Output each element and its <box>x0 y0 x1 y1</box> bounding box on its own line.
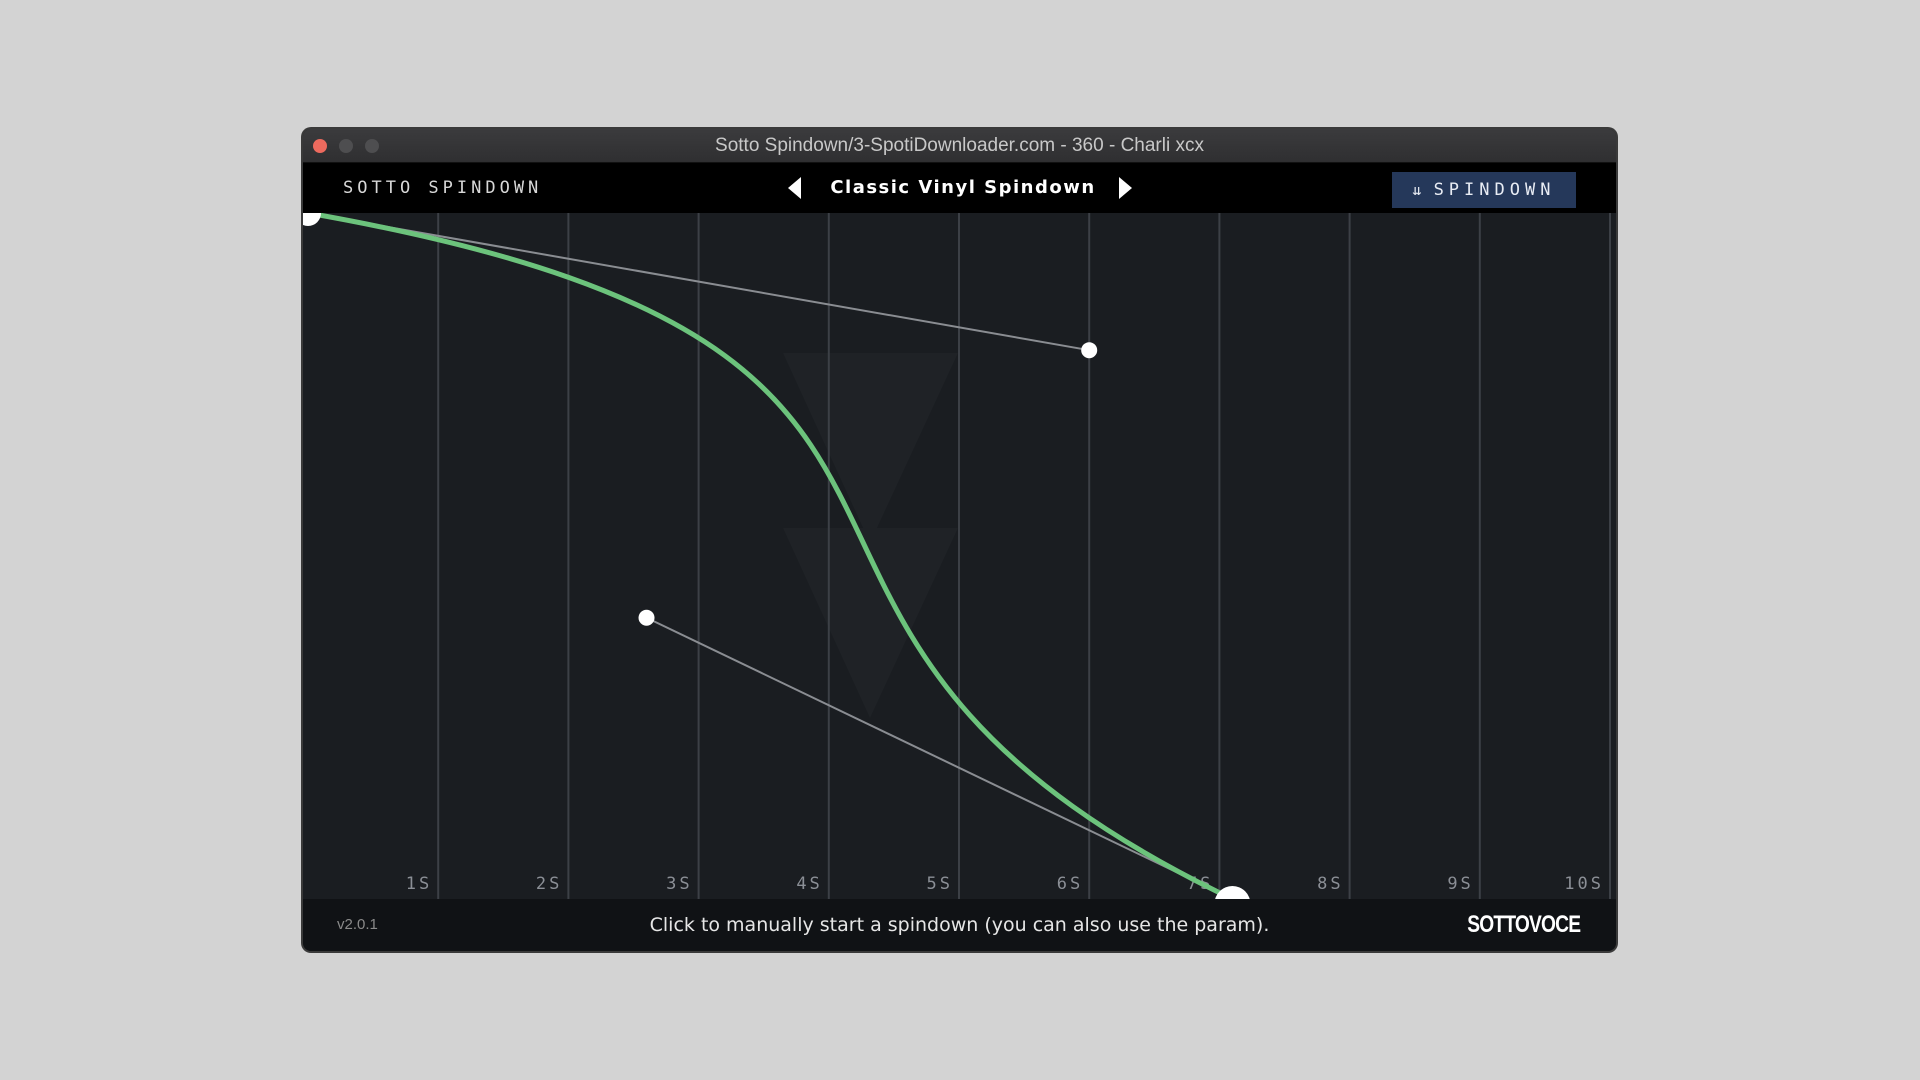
double-chevron-down-icon: ⇊ <box>1412 180 1422 199</box>
tick-label-9s: 9S <box>1447 874 1473 894</box>
window-title: Sotto Spindown/3-SpotiDownloader.com - 3… <box>715 135 1204 156</box>
plugin-header: SOTTO SPINDOWN Classic Vinyl Spindown ⇊ … <box>303 163 1616 213</box>
tick-label-8s: 8S <box>1317 874 1343 894</box>
next-preset-icon[interactable] <box>1119 177 1132 199</box>
tick-label-3s: 3S <box>666 874 692 894</box>
version-label: v2.0.1 <box>337 916 378 933</box>
tick-label-4s: 4S <box>796 874 822 894</box>
hint-text: Click to manually start a spindown (you … <box>649 914 1270 936</box>
plugin-footer: v2.0.1 Click to manually start a spindow… <box>303 899 1616 951</box>
control-handle-1[interactable] <box>1081 342 1098 359</box>
spindown-curve-graph[interactable]: 1S2S3S4S5S6S7S8S9S10S <box>303 213 1616 899</box>
preset-name[interactable]: Classic Vinyl Spindown <box>813 163 1113 213</box>
control-handle-2[interactable] <box>638 609 655 626</box>
tick-label-6s: 6S <box>1057 874 1083 894</box>
plugin-window: Sotto Spindown/3-SpotiDownloader.com - 3… <box>303 129 1616 951</box>
tick-label-5s: 5S <box>927 874 953 894</box>
previous-preset-icon[interactable] <box>788 177 801 199</box>
spindown-button-label: SPINDOWN <box>1433 180 1556 200</box>
plugin-brand: SOTTO SPINDOWN <box>343 178 543 198</box>
tick-label-10s: 10S <box>1564 874 1604 894</box>
title-bar[interactable]: Sotto Spindown/3-SpotiDownloader.com - 3… <box>303 129 1616 163</box>
tick-label-2s: 2S <box>536 874 562 894</box>
sottovoce-logo: SOTTOVOCE <box>1467 911 1581 938</box>
spindown-button[interactable]: ⇊ SPINDOWN <box>1392 172 1576 208</box>
tick-label-1s: 1S <box>406 874 432 894</box>
